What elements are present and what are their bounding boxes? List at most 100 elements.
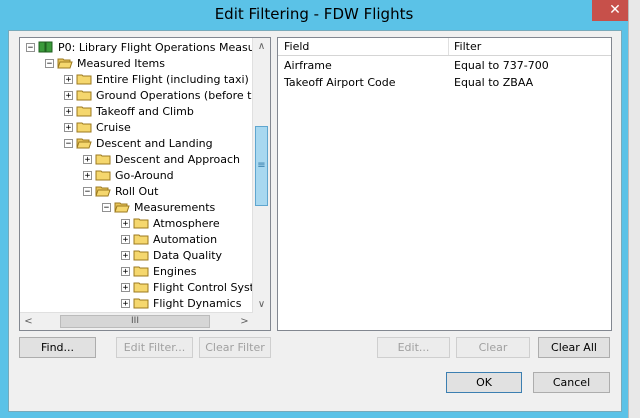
tree-item[interactable]: + Entire Flight (including taxi) xyxy=(64,71,249,87)
grid-header: Field Filter xyxy=(278,38,611,56)
tree-item[interactable]: + Flight Control Syster xyxy=(121,279,265,295)
title-bar[interactable]: Edit Filtering - FDW Flights xyxy=(0,0,628,30)
edit-button[interactable]: Edit... xyxy=(377,337,450,358)
folder-icon xyxy=(95,170,111,181)
tree-item-label: Entire Flight (including taxi) xyxy=(96,72,249,86)
tree-item[interactable]: + Cruise xyxy=(64,119,131,135)
folder-icon xyxy=(76,106,92,117)
folder-open-icon xyxy=(57,58,73,69)
expand-icon[interactable]: + xyxy=(83,170,92,180)
cell-filter: Equal to 737-700 xyxy=(454,59,549,72)
tree-item[interactable]: + Atmosphere xyxy=(121,215,220,231)
tree-item[interactable]: + Engines xyxy=(121,263,196,279)
folder-open-icon xyxy=(95,186,111,197)
dialog-client-area: + Flight Dynamics + Flight Control Syster + E… xyxy=(8,30,622,412)
column-header-filter[interactable]: Filter xyxy=(454,40,481,53)
tree-item-label: Data Quality xyxy=(153,248,223,262)
find-button[interactable]: Find... xyxy=(19,337,96,358)
tree-item-label: Takeoff and Climb xyxy=(96,104,194,118)
tree-item-label: Measurements xyxy=(134,200,216,214)
tree-item-label: Atmosphere xyxy=(153,216,220,230)
collapse-icon[interactable]: − xyxy=(45,58,54,68)
clear-filter-button[interactable]: Clear Filter xyxy=(199,337,271,358)
expand-icon[interactable]: + xyxy=(64,90,73,100)
tree-item[interactable]: − Roll Out xyxy=(83,183,158,199)
expand-icon[interactable]: + xyxy=(64,122,73,132)
tree-item[interactable]: + Data Quality xyxy=(121,247,222,263)
cancel-button[interactable]: Cancel xyxy=(533,372,610,393)
tree-horizontal-scrollbar[interactable]: < III > xyxy=(20,312,253,330)
scroll-corner xyxy=(253,313,270,330)
clear-all-button[interactable]: Clear All xyxy=(538,337,610,358)
expand-icon[interactable]: + xyxy=(64,106,73,116)
tree-item[interactable]: + Ground Operations (before take xyxy=(64,87,271,103)
tree-item-label: Ground Operations (before take xyxy=(96,88,271,102)
scroll-left-arrow[interactable]: < xyxy=(20,313,37,330)
table-row[interactable]: Airframe Equal to 737-700 xyxy=(278,57,611,74)
collapse-icon[interactable]: − xyxy=(102,202,111,212)
expand-icon[interactable]: + xyxy=(121,234,130,244)
tree-item-label: Flight Dynamics xyxy=(153,296,242,310)
folder-icon xyxy=(76,122,92,133)
collapse-icon[interactable]: − xyxy=(83,186,92,196)
tree-item[interactable]: + Automation xyxy=(121,231,217,247)
folder-icon xyxy=(133,250,149,261)
tree-item-label: Roll Out xyxy=(115,184,159,198)
tree-item[interactable]: + Takeoff and Climb xyxy=(64,103,194,119)
folder-icon xyxy=(133,282,149,293)
table-row[interactable]: Takeoff Airport Code Equal to ZBAA xyxy=(278,74,611,91)
tree-view[interactable]: + Flight Dynamics + Flight Control Syster + E… xyxy=(19,37,271,331)
collapse-icon[interactable]: − xyxy=(64,138,73,148)
folder-icon xyxy=(133,266,149,277)
tree-item-label: Descent and Approach xyxy=(115,152,241,166)
expand-icon[interactable]: + xyxy=(64,74,73,84)
scroll-down-arrow[interactable]: ∨ xyxy=(253,296,270,313)
tree-item[interactable]: + Descent and Approach xyxy=(83,151,240,167)
folder-icon xyxy=(133,234,149,245)
tree-vertical-scrollbar[interactable]: ∧ ≡ ∨ xyxy=(252,38,270,313)
tree-item[interactable]: − P0: Library Flight Operations Measurem xyxy=(26,39,270,55)
tree-item-label: Automation xyxy=(153,232,218,246)
collapse-icon[interactable]: − xyxy=(26,42,35,52)
tree-item-label: Engines xyxy=(153,264,197,278)
expand-icon[interactable]: + xyxy=(83,154,92,164)
edit-filter-button[interactable]: Edit Filter... xyxy=(116,337,193,358)
tree-item[interactable]: − Descent and Landing xyxy=(64,135,213,151)
dialog-window: Edit Filtering - FDW Flights + Flight Dyn… xyxy=(0,0,638,418)
scroll-up-arrow[interactable]: ∧ xyxy=(253,38,270,55)
tree-item[interactable]: − Measured Items xyxy=(45,55,165,71)
cell-field: Takeoff Airport Code xyxy=(284,76,396,89)
tree-item-label: Go-Around xyxy=(115,168,174,182)
tree-item-label: Descent and Landing xyxy=(96,136,213,150)
expand-icon[interactable]: + xyxy=(121,282,130,292)
tree-item[interactable]: + Go-Around xyxy=(83,167,174,183)
expand-icon[interactable]: + xyxy=(121,266,130,276)
tree-item-label: Cruise xyxy=(96,120,131,134)
scroll-thumb[interactable]: ≡ xyxy=(255,126,268,206)
tree-item[interactable]: − Measurements xyxy=(102,199,215,215)
folder-icon xyxy=(76,90,92,101)
expand-icon[interactable]: + xyxy=(121,218,130,228)
expand-icon[interactable]: + xyxy=(121,298,130,308)
folder-icon xyxy=(95,154,111,165)
hscroll-thumb[interactable]: III xyxy=(60,315,210,328)
find-button-label: Find... xyxy=(40,341,75,354)
folder-icon xyxy=(76,74,92,85)
filter-grid[interactable]: Field Filter Airframe Equal to 737-700 T… xyxy=(277,37,612,331)
window-title: Edit Filtering - FDW Flights xyxy=(214,5,414,23)
expand-icon[interactable]: + xyxy=(121,250,130,260)
book-icon xyxy=(38,41,53,53)
cell-field: Airframe xyxy=(284,59,332,72)
scroll-right-arrow[interactable]: > xyxy=(236,313,253,330)
folder-open-icon xyxy=(76,138,92,149)
folder-icon xyxy=(133,298,149,309)
ok-button[interactable]: OK xyxy=(446,372,522,393)
column-header-field[interactable]: Field xyxy=(284,40,309,53)
tree-item-label: Flight Control Syster xyxy=(153,280,266,294)
background-window-edge xyxy=(628,0,640,418)
tree-item[interactable]: + Flight Dynamics xyxy=(121,295,241,311)
folder-icon xyxy=(133,218,149,229)
tree-item-label: Measured Items xyxy=(77,56,165,70)
clear-button[interactable]: Clear xyxy=(456,337,530,358)
column-separator[interactable] xyxy=(448,38,449,55)
